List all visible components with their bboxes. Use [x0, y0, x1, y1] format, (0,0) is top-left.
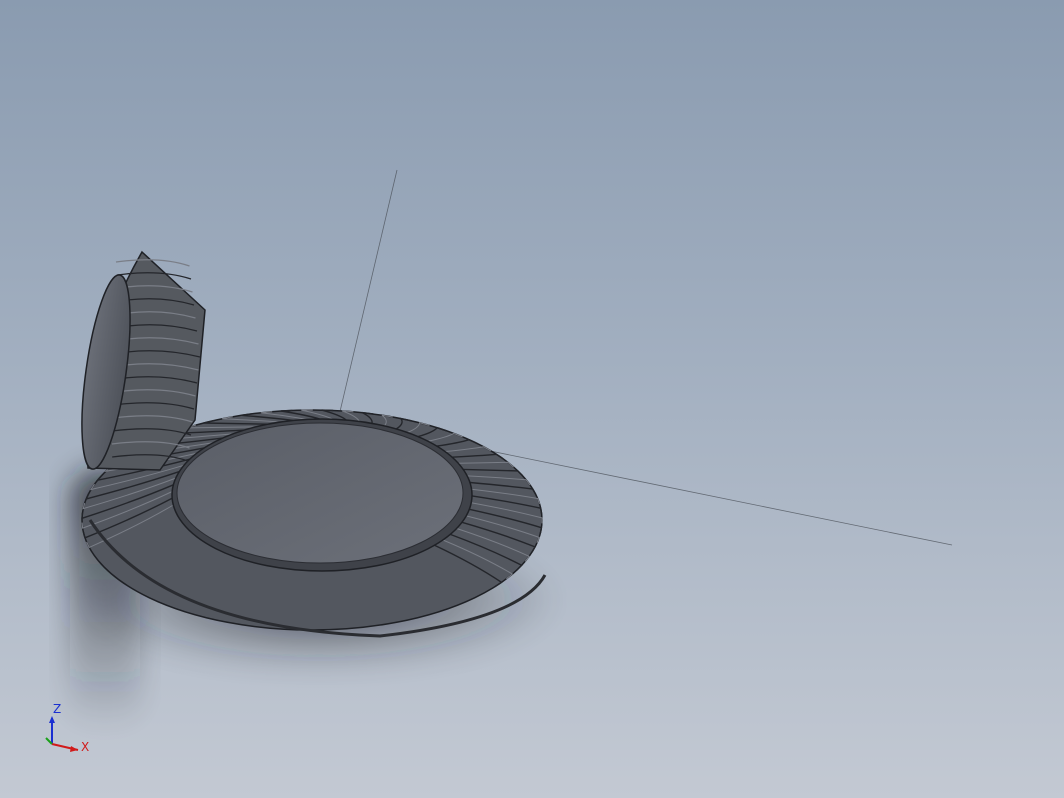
gear-face [176, 422, 464, 564]
graphics-viewport[interactable]: Z X [0, 0, 1064, 798]
coordinate-triad[interactable]: Z X [40, 700, 100, 760]
z-axis-arrow [49, 716, 55, 723]
model-scene[interactable] [0, 0, 1064, 798]
sketch-line-vertical [337, 169, 398, 421]
z-axis-label: Z [53, 702, 62, 716]
x-axis-label: X [81, 740, 90, 754]
